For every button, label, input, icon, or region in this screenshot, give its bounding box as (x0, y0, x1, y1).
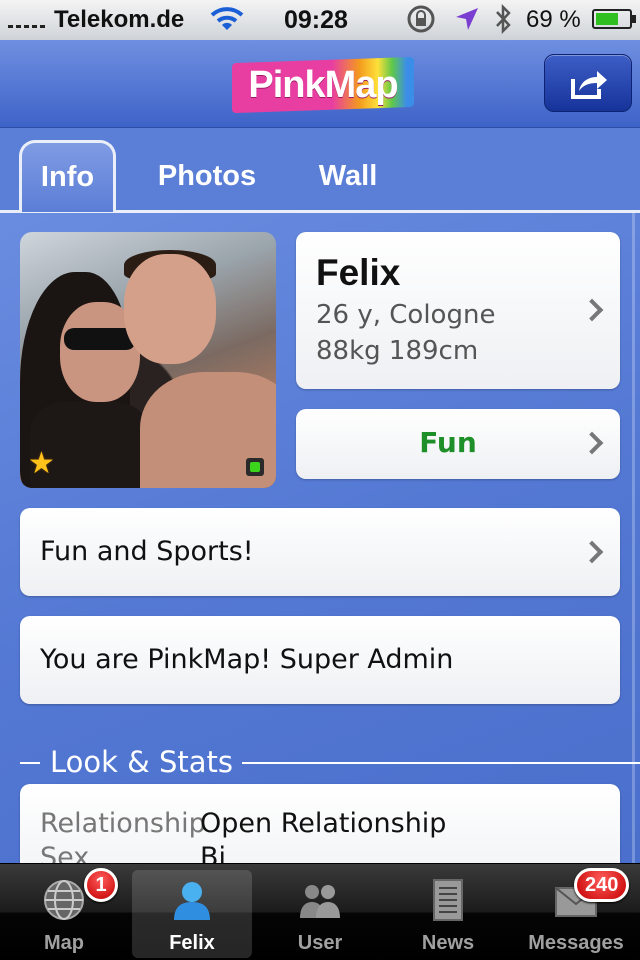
tab-label: News (421, 932, 475, 954)
signal-strength-icon (8, 14, 48, 28)
tab-info[interactable]: Info (19, 140, 116, 212)
messages-badge: 240 (574, 868, 630, 902)
tab-label: Map (44, 932, 84, 954)
tab-news[interactable]: News (388, 870, 508, 958)
profile-summary-card[interactable]: Felix 26 y, Cologne 88kg 189cm (296, 232, 620, 389)
battery-icon (592, 9, 636, 29)
stat-label-relationship: Relationship (40, 808, 206, 839)
status-message: Fun and Sports! (40, 536, 254, 567)
mood-label: Fun (419, 426, 477, 459)
bluetooth-icon (494, 3, 512, 41)
tab-felix[interactable]: Felix (132, 870, 252, 958)
chevron-right-icon (580, 298, 604, 322)
status-bar: Telekom.de 09:28 69 % (0, 0, 640, 40)
clock: 09:28 (284, 6, 348, 34)
map-badge: 1 (84, 868, 118, 902)
news-icon (433, 879, 463, 921)
look-stats-header: Look & Stats (20, 743, 640, 783)
look-stats-card: Relationship Open Relationship Sex Bi (20, 784, 620, 863)
stat-value-relationship: Open Relationship (200, 808, 447, 839)
profile-body-stats: 88kg 189cm (316, 336, 479, 366)
pinkmap-logo: PinkMap (232, 56, 414, 114)
carrier-name: Telekom.de (54, 6, 185, 33)
tab-wall[interactable]: Wall (306, 140, 390, 212)
tab-label: User (297, 932, 343, 954)
navigation-bar: PinkMap (0, 40, 640, 128)
globe-icon (44, 880, 84, 920)
star-icon: ★ (28, 447, 55, 480)
users-icon (300, 885, 340, 918)
stat-value-sex: Bi (200, 842, 227, 863)
bottom-tab-bar: Map Felix User News Messages 1 240 (0, 863, 640, 960)
tab-user[interactable]: User (260, 870, 380, 958)
share-button[interactable] (544, 54, 632, 112)
rotation-lock-icon (406, 4, 436, 41)
status-message-card[interactable]: Fun and Sports! (20, 508, 620, 596)
wifi-icon (210, 6, 244, 39)
person-icon (174, 882, 210, 920)
profile-photo[interactable]: ★ (20, 232, 276, 488)
profile-age-city: 26 y, Cologne (316, 300, 496, 330)
share-icon (571, 71, 607, 99)
role-text: You are PinkMap! Super Admin (40, 644, 454, 675)
tab-label: Felix (169, 932, 215, 954)
role-card: You are PinkMap! Super Admin (20, 616, 620, 704)
stat-label-sex: Sex (40, 842, 90, 863)
profile-content: ★ Felix 26 y, Cologne 88kg 189cm Fun Fun… (0, 213, 640, 863)
location-arrow-icon (454, 6, 480, 39)
mood-card[interactable]: Fun (296, 409, 620, 479)
chevron-right-icon (580, 540, 604, 564)
online-indicator-icon (246, 458, 264, 476)
profile-name: Felix (316, 252, 401, 293)
tab-label: Messages (528, 932, 624, 954)
section-title: Look & Stats (50, 745, 234, 779)
tab-photos[interactable]: Photos (146, 140, 268, 212)
battery-percentage: 69 % (526, 6, 581, 33)
